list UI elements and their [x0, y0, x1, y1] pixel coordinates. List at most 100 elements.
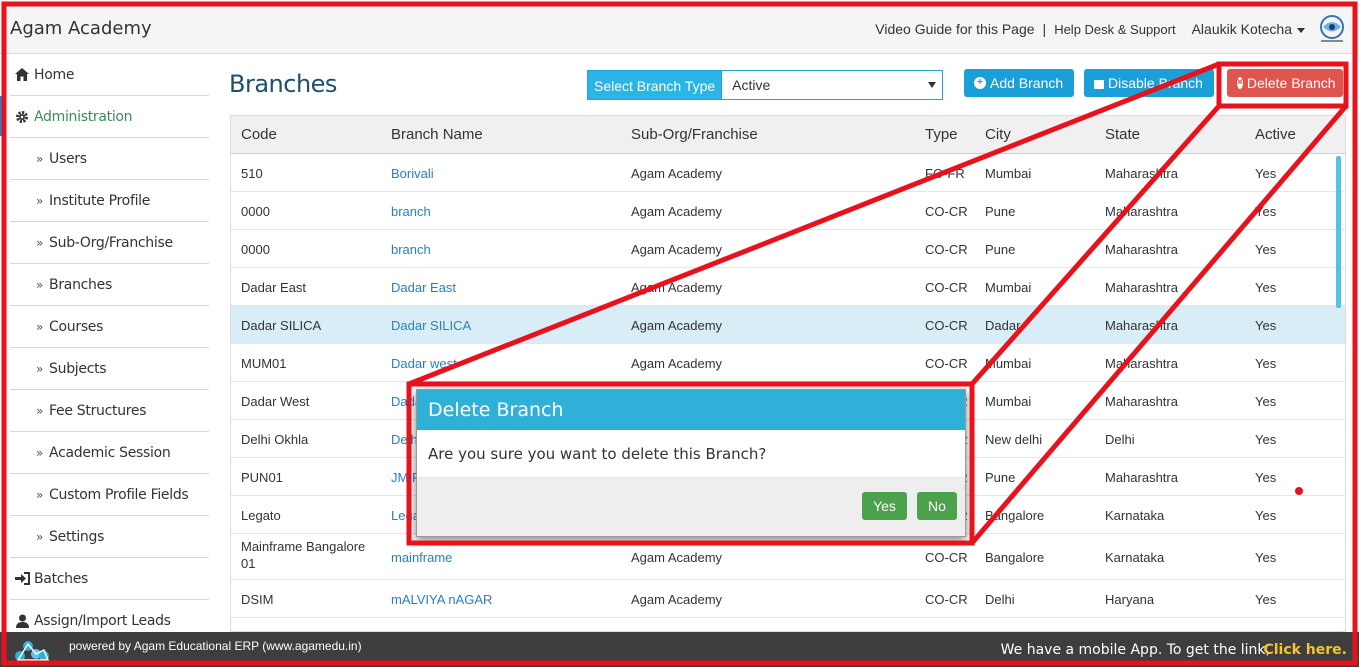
branch-type-label: Select Branch Type — [587, 70, 723, 100]
cell-active: Yes — [1255, 356, 1277, 371]
branch-type-value: Active — [732, 77, 771, 93]
powered-by-text: powered by Agam Educational ERP (www.aga… — [69, 639, 362, 653]
sidebar-item-label: Subjects — [49, 360, 107, 377]
video-guide-link[interactable]: Video Guide for this Page — [875, 21, 1034, 37]
branch-name-link[interactable]: branch — [391, 242, 431, 257]
sidebar-item-assign-import-leads[interactable]: Assign/Import Leads — [10, 600, 209, 632]
cell-active: Yes — [1255, 280, 1277, 295]
help-desk-link[interactable]: Help Desk & Support — [1054, 22, 1175, 37]
cell-active: Yes — [1255, 204, 1277, 219]
mobile-app-link[interactable]: Click here. — [1263, 642, 1347, 658]
sidebar-item-home[interactable]: Home — [10, 54, 209, 96]
table-row[interactable]: 0000 branch Agam Academy CO-CR Pune Maharasht… — [231, 192, 1345, 230]
company-logo-icon — [1317, 14, 1347, 44]
add-branch-button[interactable]: + Add Branch — [964, 69, 1074, 97]
sidebar-item-batches[interactable]: Batches — [10, 558, 209, 600]
cell-type: CO-CR — [925, 280, 968, 295]
cell-sub-org: Agam Academy — [631, 242, 723, 257]
cell-type: CO-CR — [925, 204, 968, 219]
sidebar-item-fee-structures[interactable]: » Fee Structures — [10, 390, 209, 432]
cell-city: Mumbai — [985, 394, 1032, 409]
sidebar-item-academic-session[interactable]: » Academic Session — [10, 432, 209, 474]
confirm-no-button[interactable]: No — [917, 492, 957, 520]
table-row[interactable]: Dadar SILICA Dadar SILICA Agam Academy CO-C… — [231, 306, 1345, 344]
column-header-sub-org[interactable]: Sub-Org/Franchise — [631, 126, 758, 143]
column-header-active[interactable]: Active — [1255, 126, 1296, 143]
sidebar-item-subjects[interactable]: » Subjects — [10, 348, 209, 390]
branch-name-link[interactable]: mALVIYA nAGAR — [391, 592, 492, 607]
branch-name-link[interactable]: branch — [391, 204, 431, 219]
branch-name-link[interactable]: Dadar SILICA — [391, 318, 471, 333]
cell-active: Yes — [1255, 166, 1277, 181]
column-header-city[interactable]: City — [985, 126, 1011, 143]
cell-sub-org: Agam Academy — [631, 592, 723, 607]
double-chevron-right-icon: » — [36, 529, 44, 544]
sidebar-item-label: Users — [49, 150, 87, 167]
app-brand[interactable]: Agam Academy — [10, 18, 152, 39]
confirm-yes-button[interactable]: Yes — [862, 492, 907, 520]
sidebar-item-label: Assign/Import Leads — [34, 612, 171, 629]
footer: powered by Agam Educational ERP (www.aga… — [0, 632, 1359, 667]
table-row[interactable]: MUM01 Dadar west Agam Academy CO-CR Mumbai Ma… — [231, 344, 1345, 382]
user-name: Alaukik Kotecha — [1191, 21, 1292, 37]
cell-code: Mainframe Bangalore 01 — [241, 539, 366, 571]
cell-code: PUN01 — [241, 470, 283, 485]
cell-type: CO-CR — [925, 592, 968, 607]
sidebar-item-custom-profile-fields[interactable]: » Custom Profile Fields — [10, 474, 209, 516]
double-chevron-right-icon: » — [36, 277, 44, 292]
delete-branch-button[interactable]: × Delete Branch — [1227, 69, 1343, 97]
sidebar: Home Administration » Users » Institute Pr… — [10, 54, 209, 632]
branch-type-filter: Select Branch Type Active — [587, 70, 944, 100]
cell-active: Yes — [1255, 394, 1277, 409]
sidebar-item-label: Branches — [49, 276, 112, 293]
cell-state: Maharashtra — [1105, 394, 1178, 409]
sidebar-item-institute-profile[interactable]: » Institute Profile — [10, 180, 209, 222]
table-row[interactable]: Mainframe Bangalore 01 mainframe Agam Acad… — [231, 534, 1345, 580]
cell-state: Karnataka — [1105, 508, 1165, 523]
double-chevron-right-icon: » — [36, 445, 44, 460]
cell-state: Delhi — [1105, 432, 1135, 447]
disable-branch-label: Disable Branch — [1108, 75, 1203, 91]
branch-type-select[interactable]: Active — [722, 70, 944, 100]
sign-in-icon — [14, 571, 30, 587]
sidebar-item-label: Administration — [34, 108, 133, 125]
cell-city: Pune — [985, 470, 1016, 485]
cell-type: FO-FR — [925, 166, 965, 181]
cell-sub-org: Agam Academy — [631, 356, 723, 371]
branch-name-link[interactable]: Borivali — [391, 166, 434, 181]
double-chevron-right-icon: » — [36, 403, 44, 418]
top-navbar: Agam Academy Video Guide for this Page |… — [0, 0, 1359, 54]
sidebar-item-branches[interactable]: » Branches — [10, 264, 209, 306]
column-header-state[interactable]: State — [1105, 126, 1140, 143]
gear-icon — [14, 109, 30, 125]
table-row[interactable]: Dadar East Dadar East Agam Academy CO-CR Mum… — [231, 268, 1345, 306]
branch-name-link[interactable]: mainframe — [391, 550, 452, 565]
sidebar-item-users[interactable]: » Users — [10, 138, 209, 180]
disable-branch-button[interactable]: Disable Branch — [1084, 69, 1214, 97]
sidebar-item-label: Institute Profile — [49, 192, 151, 209]
sidebar-item-administration[interactable]: Administration — [10, 96, 209, 138]
cell-city: Pune — [985, 242, 1016, 257]
cell-city: Mumbai — [985, 166, 1032, 181]
sidebar-item-label: Custom Profile Fields — [49, 486, 189, 503]
plus-circle-icon: + — [974, 77, 986, 89]
sidebar-item-sub-org-franchise[interactable]: » Sub-Org/Franchise — [10, 222, 209, 264]
branch-name-link[interactable]: Dadar west — [391, 356, 457, 371]
cell-city: Dadar — [985, 318, 1021, 333]
sidebar-item-settings[interactable]: » Settings — [10, 516, 209, 558]
double-chevron-right-icon: » — [36, 361, 44, 376]
user-menu[interactable]: Alaukik Kotecha — [1192, 21, 1305, 37]
sidebar-item-courses[interactable]: » Courses — [10, 306, 209, 348]
sidebar-item-label: Fee Structures — [49, 402, 147, 419]
column-header-branch-name[interactable]: Branch Name — [391, 126, 483, 143]
cell-state: Maharashtra — [1105, 356, 1178, 371]
cell-city: Bangalore — [985, 508, 1045, 523]
table-row[interactable]: DSIM mALVIYA nAGAR Agam Academy CO-CR Delhi H… — [231, 580, 1345, 618]
table-scrollbar[interactable] — [1336, 156, 1341, 308]
column-header-code[interactable]: Code — [241, 126, 277, 143]
page-title: Branches — [229, 70, 337, 98]
column-header-type[interactable]: Type — [925, 126, 958, 143]
table-row[interactable]: 0000 branch Agam Academy CO-CR Pune Maharasht… — [231, 230, 1345, 268]
table-row[interactable]: 510 Borivali Agam Academy FO-FR Mumbai Mahara… — [231, 154, 1345, 192]
branch-name-link[interactable]: Dadar East — [391, 280, 456, 295]
